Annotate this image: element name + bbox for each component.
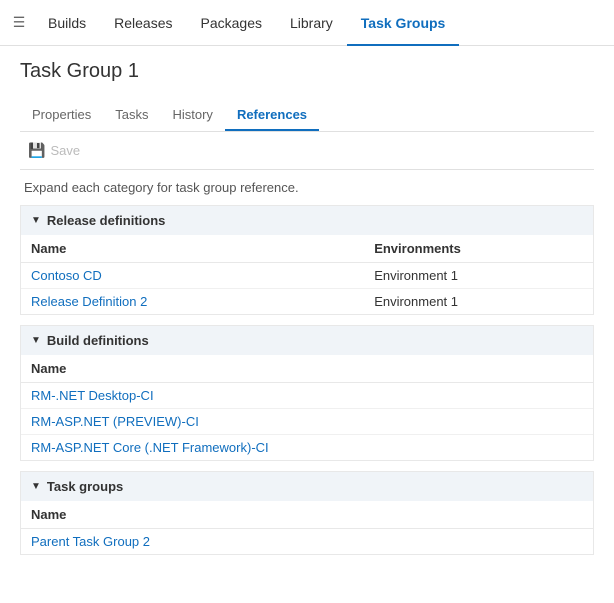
save-button[interactable]: 💾 Save bbox=[20, 138, 88, 163]
ref-link[interactable]: RM-.NET Desktop-CI bbox=[31, 388, 154, 403]
col-header-name: Name bbox=[21, 501, 593, 529]
chevron-down-icon: ▼ bbox=[31, 481, 41, 492]
save-icon: 💾 bbox=[28, 142, 45, 159]
ref-link[interactable]: Contoso CD bbox=[31, 268, 102, 283]
tab-properties[interactable]: Properties bbox=[20, 97, 103, 131]
nav-item-library[interactable]: Library bbox=[276, 0, 347, 46]
page-title: Task Group 1 bbox=[20, 60, 594, 83]
toolbar: 💾 Save bbox=[20, 132, 594, 170]
section-task-groups: ▼ Task groups Name Parent Task Group 2 bbox=[20, 471, 594, 555]
section-body-task-groups: Name Parent Task Group 2 bbox=[21, 501, 593, 554]
tab-history[interactable]: History bbox=[160, 97, 224, 131]
nav-item-packages[interactable]: Packages bbox=[187, 0, 276, 46]
ref-link[interactable]: RM-ASP.NET (PREVIEW)-CI bbox=[31, 414, 199, 429]
table-row: RM-.NET Desktop-CI bbox=[21, 383, 593, 409]
chevron-down-icon: ▼ bbox=[31, 335, 41, 346]
section-header-build-definitions[interactable]: ▼ Build definitions bbox=[21, 326, 593, 355]
ref-environment: Environment 1 bbox=[364, 289, 593, 315]
ref-environment: Environment 1 bbox=[364, 263, 593, 289]
sub-tabs: Properties Tasks History References bbox=[20, 97, 594, 132]
ref-table-task-groups: Name Parent Task Group 2 bbox=[21, 501, 593, 554]
col-header-environments: Environments bbox=[364, 235, 593, 263]
section-label: Release definitions bbox=[47, 213, 165, 228]
nav-item-releases[interactable]: Releases bbox=[100, 0, 186, 46]
sections-container: ▼Release definitionsNameEnvironmentsCont… bbox=[20, 205, 594, 555]
description-text: Expand each category for task group refe… bbox=[20, 180, 594, 195]
col-header-name: Name bbox=[21, 235, 364, 263]
section-header-release-definitions[interactable]: ▼ Release definitions bbox=[21, 206, 593, 235]
table-row: Parent Task Group 2 bbox=[21, 529, 593, 555]
table-row: Contoso CD Environment 1 bbox=[21, 263, 593, 289]
section-body-release-definitions: NameEnvironmentsContoso CDEnvironment 1R… bbox=[21, 235, 593, 314]
page-content: Task Group 1 Properties Tasks History Re… bbox=[0, 46, 614, 585]
ref-link[interactable]: Parent Task Group 2 bbox=[31, 534, 150, 549]
section-header-task-groups[interactable]: ▼ Task groups bbox=[21, 472, 593, 501]
chevron-down-icon: ▼ bbox=[31, 215, 41, 226]
nav-toggle[interactable]: ☰ bbox=[8, 12, 30, 34]
section-release-definitions: ▼Release definitionsNameEnvironmentsCont… bbox=[20, 205, 594, 315]
col-header-name: Name bbox=[21, 355, 593, 383]
section-body-build-definitions: Name RM-.NET Desktop-CI RM-ASP.NET (PREVIE… bbox=[21, 355, 593, 460]
nav-item-builds[interactable]: Builds bbox=[34, 0, 100, 46]
section-label: Task groups bbox=[47, 479, 123, 494]
ref-link[interactable]: RM-ASP.NET Core (.NET Framework)-CI bbox=[31, 440, 269, 455]
tab-references[interactable]: References bbox=[225, 97, 319, 131]
save-label: Save bbox=[50, 143, 80, 158]
section-label: Build definitions bbox=[47, 333, 149, 348]
table-row: Release Definition 2 Environment 1 bbox=[21, 289, 593, 315]
ref-table-release-definitions: NameEnvironmentsContoso CDEnvironment 1R… bbox=[21, 235, 593, 314]
ref-table-build-definitions: Name RM-.NET Desktop-CI RM-ASP.NET (PREVIE… bbox=[21, 355, 593, 460]
table-row: RM-ASP.NET Core (.NET Framework)-CI bbox=[21, 435, 593, 461]
table-row: RM-ASP.NET (PREVIEW)-CI bbox=[21, 409, 593, 435]
top-nav: ☰ Builds Releases Packages Library Task … bbox=[0, 0, 614, 46]
ref-link[interactable]: Release Definition 2 bbox=[31, 294, 147, 309]
nav-item-task-groups[interactable]: Task Groups bbox=[347, 0, 460, 46]
tab-tasks[interactable]: Tasks bbox=[103, 97, 160, 131]
section-build-definitions: ▼ Build definitions Name RM-.NET Desktop-CI… bbox=[20, 325, 594, 461]
